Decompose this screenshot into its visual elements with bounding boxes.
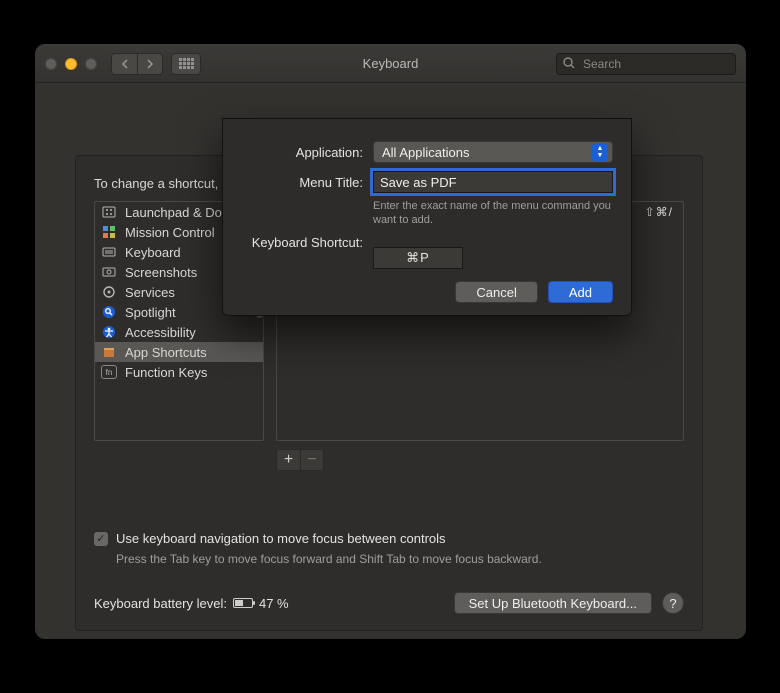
keyboard-nav-checkbox-row: ✓ Use keyboard navigation to move focus … [94,531,684,546]
cancel-button[interactable]: Cancel [455,281,537,303]
close-window-button[interactable] [45,58,57,70]
search-input[interactable] [556,53,736,75]
spotlight-icon [101,304,117,320]
select-stepper-icon: ▲▼ [592,143,608,161]
services-icon [101,284,117,300]
keyboard-nav-help: Press the Tab key to move focus forward … [116,552,684,566]
menu-title-input[interactable] [373,171,613,193]
keyboard-nav-label: Use keyboard navigation to move focus be… [116,531,446,546]
category-label: Function Keys [125,365,207,380]
add-button[interactable]: Add [548,281,613,303]
window-controls [45,58,97,70]
add-remove-buttons: + − [276,449,684,471]
battery-icon [233,596,253,611]
shortcut-keys: ⇧⌘/ [645,205,673,219]
forward-button[interactable] [137,53,163,75]
footer: Keyboard battery level: 47 % Set Up Blue… [94,592,684,614]
accessibility-icon [101,324,117,340]
keyboard-nav-checkbox[interactable]: ✓ [94,532,108,546]
category-item-app-shortcuts[interactable]: App Shortcuts [95,342,263,362]
nav-buttons [111,53,163,75]
category-label: Services [125,285,175,300]
category-label: Launchpad & Dock [125,205,235,220]
category-item-accessibility[interactable]: Accessibility [95,322,263,342]
help-button[interactable]: ? [662,592,684,614]
remove-shortcut-button[interactable]: − [300,449,324,471]
menu-title-help: Enter the exact name of the menu command… [373,199,613,227]
zoom-window-button[interactable] [85,58,97,70]
category-item-function-keys[interactable]: fn Function Keys [95,362,263,382]
screenshots-icon [101,264,117,280]
category-label: Accessibility [125,325,196,340]
category-label: App Shortcuts [125,345,207,360]
keyboard-icon [101,244,117,260]
category-label: Mission Control [125,225,215,240]
category-label: Keyboard [125,245,181,260]
app-shortcuts-icon [101,344,117,360]
application-select[interactable]: All Applications ▲▼ [373,141,613,163]
add-shortcut-sheet: Application: All Applications ▲▼ Menu Ti… [222,118,632,316]
battery-percent: 47 % [259,596,289,611]
shortcut-input[interactable] [373,247,463,269]
battery-label: Keyboard battery level: [94,596,227,611]
back-button[interactable] [111,53,137,75]
preferences-window: Keyboard To change a shortcut, select it… [35,44,746,639]
launchpad-icon [101,204,117,220]
search-field-wrap [556,53,736,75]
menu-title-label: Menu Title: [241,175,363,190]
shortcut-label: Keyboard Shortcut: [241,235,363,250]
titlebar: Keyboard [35,45,746,83]
grid-icon [179,58,194,69]
setup-bluetooth-button[interactable]: Set Up Bluetooth Keyboard... [454,592,652,614]
add-shortcut-button[interactable]: + [276,449,300,471]
application-label: Application: [241,145,363,160]
mission-control-icon [101,224,117,240]
function-keys-icon: fn [101,365,117,379]
category-label: Spotlight [125,305,176,320]
minimize-window-button[interactable] [65,58,77,70]
application-value: All Applications [382,145,469,160]
show-all-prefs-button[interactable] [171,53,201,75]
category-label: Screenshots [125,265,197,280]
